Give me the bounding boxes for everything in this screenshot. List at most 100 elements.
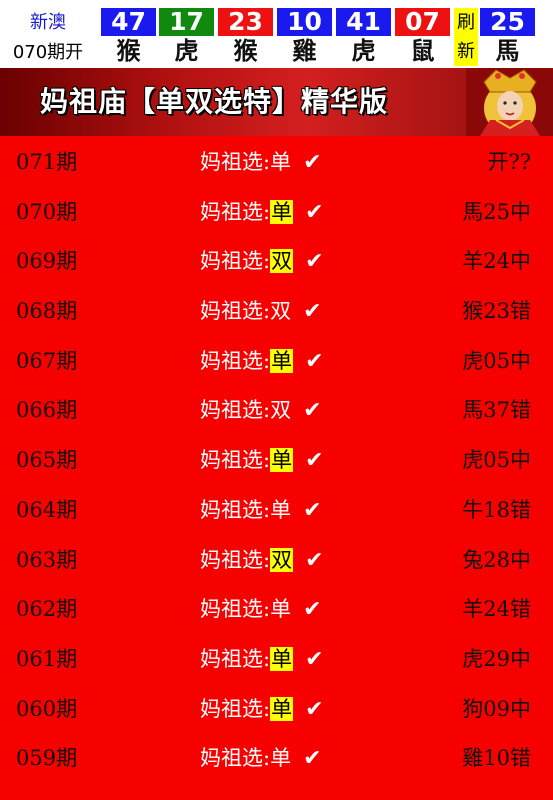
title-banner: 妈祖庙【单双选特】精华版: [0, 68, 553, 136]
ball-7: 25 馬: [480, 8, 535, 65]
prediction-row: 065期 妈祖选:单 ✔ 虎05中: [0, 436, 553, 486]
result-label: 虎05中: [462, 448, 531, 473]
check-icon: ✔: [303, 150, 322, 175]
pick-value: 单: [270, 497, 292, 522]
ball-number: 17: [159, 8, 214, 36]
prediction-row: 062期 妈祖选:单 ✔ 羊24错: [0, 585, 553, 635]
ball-number: 47: [101, 8, 156, 36]
result-label: 羊24中: [462, 249, 531, 274]
result-label: 雞10错: [462, 746, 531, 771]
ball-zodiac: 馬: [495, 37, 520, 65]
pick-group: 妈祖选:单 ✔: [200, 593, 322, 623]
pick-label: 妈祖选:: [200, 547, 271, 572]
prediction-row: 059期 妈祖选:单 ✔ 雞10错: [0, 734, 553, 784]
result-label: 狗09中: [462, 696, 531, 721]
prediction-row: 071期 妈祖选:单 ✔ 开??: [0, 138, 553, 188]
pick-label: 妈祖选:: [200, 597, 271, 622]
ball-1: 47 猴: [101, 8, 156, 65]
ball-5: 41 虎: [336, 8, 391, 65]
ball-zodiac: 虎: [174, 37, 199, 65]
result-label: 开??: [487, 150, 531, 174]
pick-label: 妈祖选:: [200, 150, 271, 174]
pick-value: 单: [270, 199, 294, 224]
period-label: 059期: [16, 746, 78, 771]
pick-label: 妈祖选:: [200, 398, 271, 423]
check-icon: ✔: [303, 398, 322, 424]
check-icon: ✔: [303, 497, 322, 523]
period-label: 064期: [16, 497, 78, 522]
result-label: 虎29中: [462, 646, 531, 671]
ball-zodiac: 猴: [233, 37, 258, 65]
pick-label: 妈祖选:: [200, 249, 271, 274]
pick-group: 妈祖选:双 ✔: [200, 295, 322, 325]
period-label: 067期: [16, 348, 78, 373]
check-icon: ✔: [305, 249, 324, 275]
pick-label: 妈祖选:: [200, 348, 271, 373]
check-icon: ✔: [303, 597, 322, 623]
prediction-row: 064期 妈祖选:单 ✔ 牛18错: [0, 486, 553, 536]
period-label: 060期: [16, 696, 78, 721]
brand-block: 新澳 070期开: [0, 0, 96, 68]
prediction-row: 060期 妈祖选:单 ✔ 狗09中: [0, 685, 553, 735]
banner-title: 妈祖庙【单双选特】精华版: [40, 85, 389, 118]
pick-group: 妈祖选:单 ✔: [200, 146, 322, 176]
check-icon: ✔: [303, 299, 322, 325]
pick-label: 妈祖选:: [200, 448, 271, 473]
result-label: 虎05中: [462, 348, 531, 373]
result-label: 羊24错: [462, 597, 531, 622]
pick-label: 妈祖选:: [200, 497, 271, 522]
result-label: 馬37错: [462, 398, 531, 423]
check-icon: ✔: [305, 696, 324, 722]
brand-name: 新澳: [30, 12, 66, 33]
prediction-row: 067期 妈祖选:单 ✔ 虎05中: [0, 337, 553, 387]
result-label: 猴23错: [462, 299, 531, 324]
prediction-row: 070期 妈祖选:单 ✔ 馬25中: [0, 188, 553, 238]
refresh-label-1: 刷: [457, 12, 475, 33]
ball-number: 07: [395, 8, 450, 36]
ball-4: 10 雞: [277, 8, 332, 65]
result-label: 兔28中: [462, 547, 531, 572]
pick-value: 双: [270, 398, 292, 423]
pick-group: 妈祖选:双 ✔: [200, 544, 324, 574]
refresh-label-2: 新: [457, 41, 475, 62]
ball-zodiac: 鼠: [410, 37, 435, 65]
period-label: 068期: [16, 299, 78, 324]
pick-label: 妈祖选:: [200, 646, 271, 671]
ball-zodiac: 雞: [292, 37, 317, 65]
pick-value: 双: [270, 249, 294, 274]
ball-number: 41: [336, 8, 391, 36]
check-icon: ✔: [305, 547, 324, 573]
pick-group: 妈祖选:单 ✔: [200, 196, 324, 226]
pick-value: 单: [270, 646, 294, 671]
ball-zodiac: 猴: [116, 37, 141, 65]
refresh-button[interactable]: 刷 新: [454, 8, 478, 66]
pick-label: 妈祖选:: [200, 746, 271, 771]
ball-3: 23 猴: [218, 8, 273, 65]
pick-value: 双: [270, 547, 294, 572]
ball-number: 25: [480, 8, 535, 36]
pick-value: 单: [270, 696, 294, 721]
check-icon: ✔: [305, 646, 324, 672]
result-label: 馬25中: [462, 199, 531, 224]
period-label: 069期: [16, 249, 78, 274]
pick-value: 单: [270, 597, 292, 622]
check-icon: ✔: [305, 348, 324, 374]
result-label: 牛18错: [462, 497, 531, 522]
period-label: 071期: [16, 150, 78, 174]
period-label: 070期: [16, 199, 78, 224]
ball-number: 23: [218, 8, 273, 36]
pick-value: 单: [270, 746, 292, 771]
pick-group: 妈祖选:单 ✔: [200, 494, 322, 524]
draw-results-bar: 新澳 070期开 47 猴 17 虎 23 猴 10 雞 41 虎 07 鼠 25 馬 刷 新: [0, 0, 553, 68]
pick-group: 妈祖选:单 ✔: [200, 693, 324, 723]
pick-group: 妈祖选:单 ✔: [200, 345, 324, 375]
prediction-row: 063期 妈祖选:双 ✔ 兔28中: [0, 536, 553, 586]
ball-zodiac: 虎: [351, 37, 376, 65]
prediction-row: 061期 妈祖选:单 ✔ 虎29中: [0, 635, 553, 685]
pick-group: 妈祖选:单 ✔: [200, 643, 324, 673]
pick-value: 单: [270, 348, 294, 373]
period-label: 062期: [16, 597, 78, 622]
pick-group: 妈祖选:单 ✔: [200, 742, 322, 772]
ball-6: 07 鼠: [395, 8, 450, 65]
check-icon: ✔: [305, 199, 324, 225]
